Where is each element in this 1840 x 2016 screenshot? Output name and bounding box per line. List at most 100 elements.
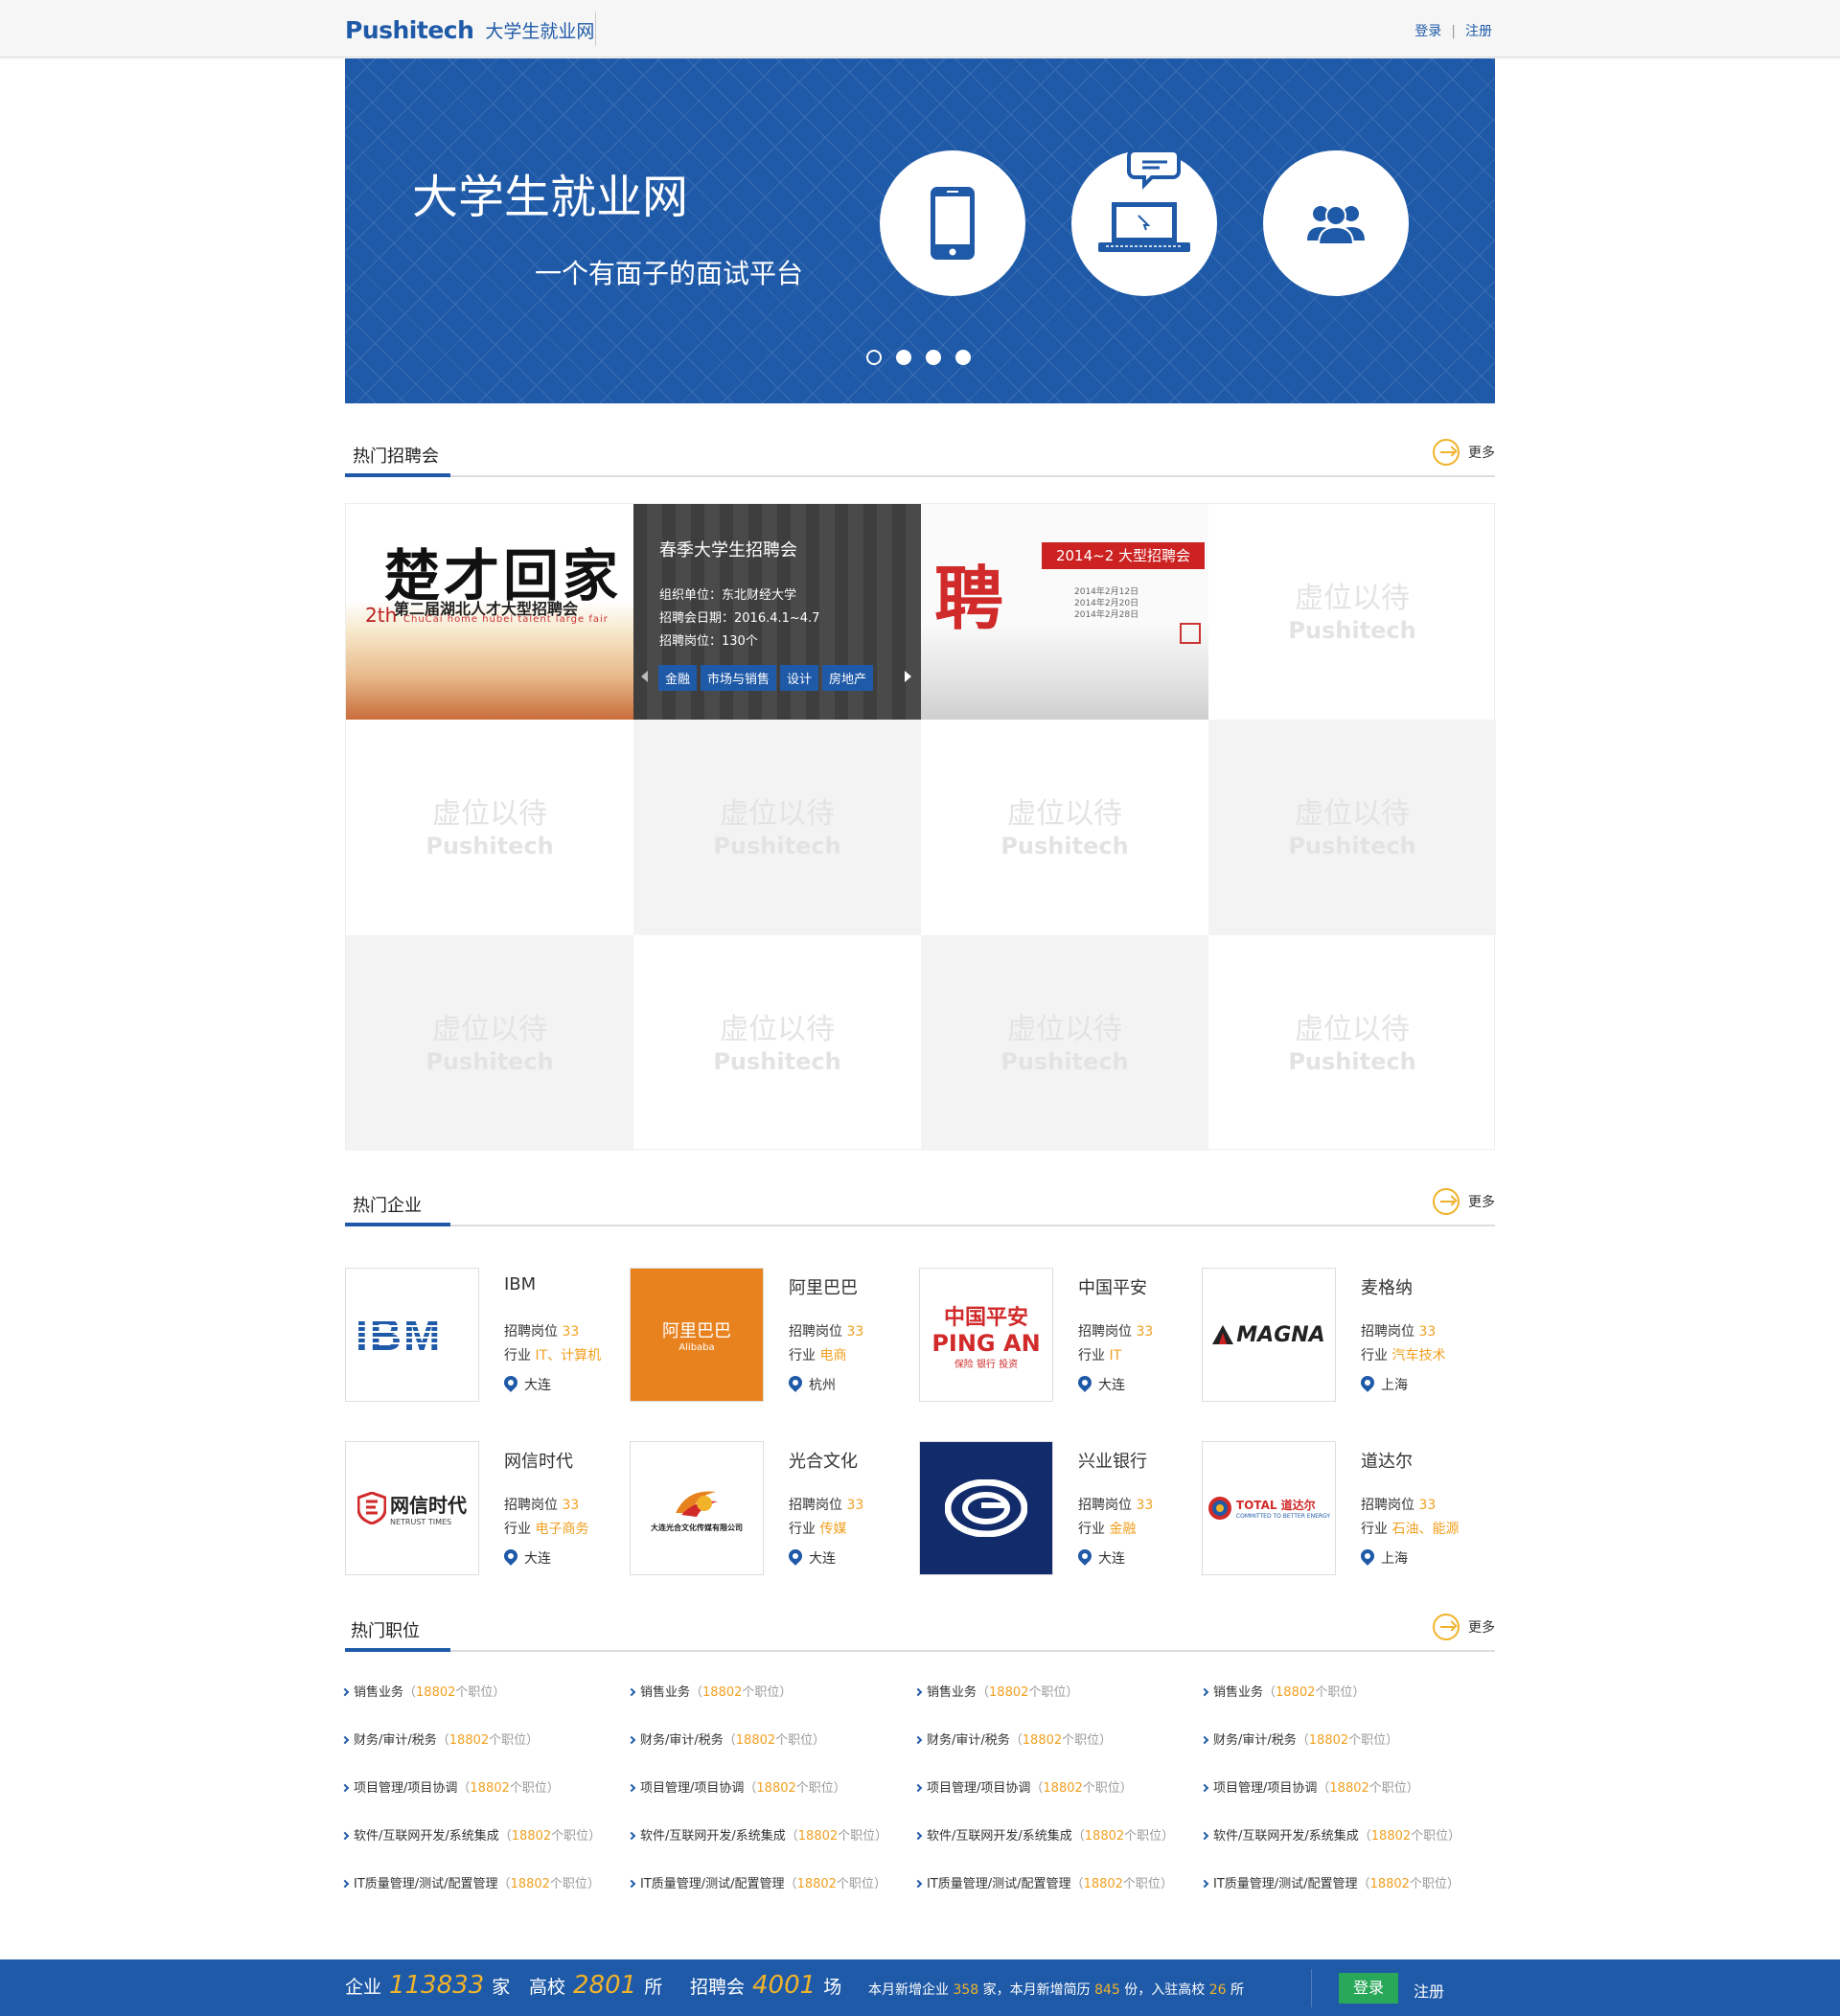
carousel-dot-4[interactable] <box>955 350 971 365</box>
job-link[interactable]: 软件/互联网开发/系统集成（18802个职位） <box>627 1825 887 1844</box>
job-count-close: ） <box>1352 1685 1366 1700</box>
job-link[interactable]: 项目管理/项目协调（18802个职位） <box>627 1777 846 1796</box>
fairs-more-link[interactable]: 更多 <box>1433 439 1495 466</box>
job-link[interactable]: 销售业务（18802个职位） <box>1200 1682 1366 1700</box>
company-logo[interactable]: IBM <box>345 1268 479 1402</box>
location-pin-icon <box>1361 1376 1374 1393</box>
company-name[interactable]: 中国平安 <box>1078 1274 1147 1299</box>
company-industry: 行业 石油、能源 <box>1361 1519 1459 1538</box>
job-link[interactable]: IT质量管理/测试/配置管理（18802个职位） <box>1200 1873 1460 1891</box>
banner-title: 大学生就业网 <box>412 171 689 224</box>
section-underline <box>345 473 450 477</box>
job-count-close: ） <box>1448 1829 1461 1844</box>
register-link[interactable]: 注册 <box>1465 24 1492 39</box>
fair-card-1[interactable]: 楚才回家 2th 第二届湖北人才大型招聘会 ChuCai home hubei … <box>346 504 633 720</box>
job-count: 18802 <box>1308 1733 1349 1748</box>
job-title: 财务/审计/税务 <box>1213 1733 1297 1748</box>
logo-subtext: Alibaba <box>678 1341 715 1353</box>
company-positions: 招聘岗位 33 <box>1361 1321 1436 1340</box>
carousel-dot-2[interactable] <box>896 350 911 365</box>
carousel-dot-3[interactable] <box>926 350 941 365</box>
job-link[interactable]: 项目管理/项目协调（18802个职位） <box>1200 1777 1419 1796</box>
tag-finance[interactable]: 金融 <box>658 665 698 691</box>
job-link[interactable]: 软件/互联网开发/系统集成（18802个职位） <box>1200 1825 1461 1844</box>
company-card[interactable]: 兴业银行 招聘岗位 33 行业 金融 大连 <box>919 1441 1207 1575</box>
tag-realestate[interactable]: 房地产 <box>822 665 874 691</box>
fair-card-2[interactable]: 春季大学生招聘会 组织单位：东北财经大学 招聘会日期：2016.4.1~4.7 … <box>633 504 921 720</box>
positions-count: 33 <box>1418 1324 1437 1340</box>
placeholder-title: 虚位以待 <box>1007 796 1122 831</box>
job-count-close: ） <box>1119 1781 1133 1796</box>
company-logo[interactable] <box>919 1441 1053 1575</box>
tags-prev-arrow[interactable] <box>641 671 648 682</box>
company-name[interactable]: 光合文化 <box>789 1448 858 1473</box>
company-card[interactable]: MAGNA 麦格纳 招聘岗位 33 行业 汽车技术 上海 <box>1202 1268 1489 1402</box>
job-link[interactable]: 财务/审计/税务（18802个职位） <box>627 1730 825 1748</box>
company-card[interactable]: 中国平安 PING AN 保险 银行 投资 中国平安 招聘岗位 33 行业 IT 大连 <box>919 1268 1207 1402</box>
job-link[interactable]: 财务/审计/税务（18802个职位） <box>913 1730 1112 1748</box>
job-link[interactable]: 财务/审计/税务（18802个职位） <box>340 1730 539 1748</box>
company-logo[interactable]: 中国平安 PING AN 保险 银行 投资 <box>919 1268 1053 1402</box>
company-card[interactable]: 大连光合文化传媒有限公司 光合文化 招聘岗位 33 行业 传媒 大连 <box>630 1441 917 1575</box>
company-card[interactable]: 阿里巴巴 Alibaba 阿里巴巴 招聘岗位 33 行业 电商 杭州 <box>630 1268 917 1402</box>
job-count: 18802 <box>735 1733 776 1748</box>
tags-next-arrow[interactable] <box>905 671 911 682</box>
company-logo[interactable]: 大连光合文化传媒有限公司 <box>630 1441 764 1575</box>
company-logo[interactable]: MAGNA <box>1202 1268 1336 1402</box>
stat-fairs: 招聘会 4001 场 <box>690 1971 841 2000</box>
job-link[interactable]: IT质量管理/测试/配置管理（18802个职位） <box>627 1873 886 1891</box>
chevron-right-icon <box>1200 1879 1209 1889</box>
job-count-close: ） <box>493 1685 506 1700</box>
positions-count: 33 <box>1136 1324 1154 1340</box>
company-location: 大连 <box>504 1548 551 1568</box>
job-link[interactable]: 软件/互联网开发/系统集成（18802个职位） <box>913 1825 1174 1844</box>
company-location: 大连 <box>1078 1548 1125 1568</box>
carousel-dot-1[interactable] <box>866 350 882 365</box>
tag-design[interactable]: 设计 <box>780 665 819 691</box>
tag-marketing[interactable]: 市场与销售 <box>701 665 777 691</box>
note-text: 家，本月新增简历 <box>982 1982 1091 1998</box>
job-link[interactable]: 项目管理/项目协调（18802个职位） <box>913 1777 1133 1796</box>
jobs-more-link[interactable]: 更多 <box>1433 1614 1495 1640</box>
logo-subtext: COMMITTED TO BETTER ENERGY <box>1235 1513 1331 1520</box>
footer-login-button[interactable]: 登录 <box>1339 1973 1398 2004</box>
job-link[interactable]: 销售业务（18802个职位） <box>340 1682 506 1700</box>
job-count-unit: 个职位 <box>1348 1733 1387 1748</box>
note-text: 本月新增企业 <box>868 1982 949 1998</box>
job-link[interactable]: 销售业务（18802个职位） <box>913 1682 1078 1700</box>
company-card[interactable]: TOTAL 道达尔 COMMITTED TO BETTER ENERGY 道达尔 招聘… <box>1202 1441 1489 1575</box>
placeholder-title: 虚位以待 <box>1295 1012 1410 1046</box>
auth-separator: | <box>1451 24 1456 39</box>
companies-more-link[interactable]: 更多 <box>1433 1188 1495 1215</box>
job-link[interactable]: 财务/审计/税务（18802个职位） <box>1200 1730 1398 1748</box>
job-count-unit: 个职位 <box>775 1733 814 1748</box>
company-name[interactable]: 道达尔 <box>1361 1448 1413 1473</box>
job-link[interactable]: IT质量管理/测试/配置管理（18802个职位） <box>913 1873 1173 1891</box>
job-link[interactable]: 软件/互联网开发/系统集成（18802个职位） <box>340 1825 601 1844</box>
company-name[interactable]: 麦格纳 <box>1361 1274 1413 1299</box>
company-name[interactable]: 阿里巴巴 <box>789 1274 858 1299</box>
company-name[interactable]: 网信时代 <box>504 1448 573 1473</box>
company-logo[interactable]: 网信时代 NETRUST TIMES <box>345 1441 479 1575</box>
job-link[interactable]: IT质量管理/测试/配置管理（18802个职位） <box>340 1873 600 1891</box>
company-logo[interactable]: TOTAL 道达尔 COMMITTED TO BETTER ENERGY <box>1202 1441 1336 1575</box>
industry-label: 行业 <box>504 1522 531 1537</box>
job-link[interactable]: 销售业务（18802个职位） <box>627 1682 792 1700</box>
company-name[interactable]: 兴业银行 <box>1078 1448 1147 1473</box>
company-card[interactable]: 网信时代 NETRUST TIMES 网信时代 招聘岗位 33 行业 电子商务 大连 <box>345 1441 632 1575</box>
login-link[interactable]: 登录 <box>1414 24 1441 39</box>
monthly-note: 本月新增企业 358 家，本月新增简历 845 份，入驻高校 26 所 <box>868 1980 1244 1999</box>
company-card[interactable]: IBM IBM 招聘岗位 33 行业 IT、计算机 大连 <box>345 1268 632 1402</box>
footer-register-link[interactable]: 注册 <box>1414 1979 1444 2002</box>
logo-text: 阿里巴巴 <box>662 1320 731 1341</box>
job-link[interactable]: 项目管理/项目协调（18802个职位） <box>340 1777 560 1796</box>
job-count-unit: 个职位 <box>1411 1829 1449 1844</box>
chevron-right-icon <box>913 1831 923 1841</box>
company-logo[interactable]: 阿里巴巴 Alibaba <box>630 1268 764 1402</box>
site-logo[interactable]: Pushitech 大学生就业网 <box>345 11 596 46</box>
fair-card-3[interactable]: 聘 2014~2 大型招聘会 2014年2月12日 2014年2月20日 201… <box>921 504 1208 720</box>
job-title: 财务/审计/税务 <box>354 1733 437 1748</box>
city-name: 大连 <box>524 1378 551 1393</box>
company-name[interactable]: IBM <box>504 1274 536 1294</box>
company-location: 上海 <box>1361 1548 1408 1568</box>
